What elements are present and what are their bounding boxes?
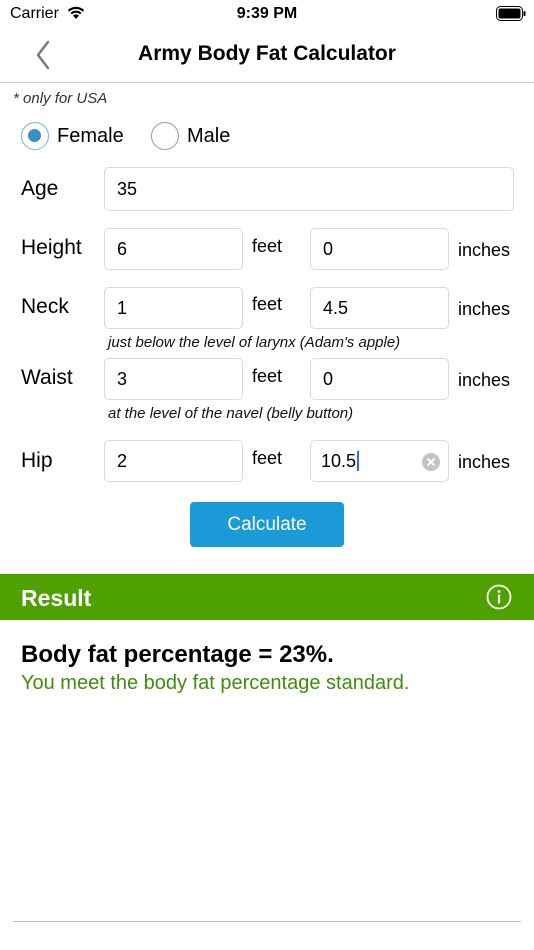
radio-checked-icon	[21, 122, 49, 150]
neck-feet-unit: feet	[252, 294, 283, 314]
hip-inches-unit: inches	[458, 452, 511, 472]
battery-icon	[496, 6, 526, 21]
neck-feet-value: 1	[117, 297, 128, 318]
height-inches-input[interactable]: 0	[310, 228, 449, 270]
height-feet-value: 6	[117, 238, 128, 259]
standard-status: You meet the body fat percentage standar…	[21, 672, 410, 694]
waist-inches-value: 0	[323, 368, 334, 389]
waist-label: Waist	[21, 366, 73, 389]
hip-feet-unit: feet	[252, 448, 283, 468]
bottom-divider	[13, 921, 521, 922]
height-feet-input[interactable]: 6	[104, 228, 243, 270]
waist-feet-value: 3	[117, 368, 128, 389]
result-title: Result	[21, 585, 92, 611]
female-radio[interactable]: Female	[21, 120, 124, 152]
hip-feet-input[interactable]: 2	[104, 440, 243, 482]
neck-feet-input[interactable]: 1	[104, 287, 243, 329]
neck-label: Neck	[21, 295, 69, 318]
waist-feet-input[interactable]: 3	[104, 358, 243, 400]
clock: 9:39 PM	[236, 5, 298, 22]
waist-feet-unit: feet	[252, 366, 283, 386]
clear-icon[interactable]	[422, 453, 440, 471]
hip-inches-input[interactable]: 10.5	[310, 440, 449, 482]
height-inches-value: 0	[323, 238, 334, 259]
male-label: Male	[187, 124, 231, 147]
age-input[interactable]: 35	[104, 167, 514, 211]
height-inches-unit: inches	[458, 240, 511, 260]
result-header: Result	[0, 574, 534, 620]
age-value: 35	[117, 178, 138, 199]
height-feet-unit: feet	[252, 236, 283, 256]
info-icon[interactable]	[486, 584, 512, 610]
page-title: Army Body Fat Calculator	[138, 42, 396, 65]
hip-label: Hip	[21, 449, 53, 472]
height-label: Height	[21, 236, 82, 259]
waist-inches-unit: inches	[458, 370, 511, 390]
usa-note: * only for USA	[13, 90, 108, 107]
radio-unchecked-icon	[151, 122, 179, 150]
calculate-button[interactable]: Calculate	[190, 502, 344, 547]
waist-hint: at the level of the navel (belly button)	[108, 405, 354, 422]
navigation-bar: Army Body Fat Calculator	[0, 28, 534, 83]
neck-inches-value: 4.5	[323, 297, 349, 318]
hip-inches-value: 10.5	[321, 450, 357, 471]
female-label: Female	[57, 124, 124, 147]
body-fat-result: Body fat percentage = 23%.	[21, 641, 334, 668]
neck-inches-unit: inches	[458, 299, 511, 319]
male-radio[interactable]: Male	[151, 120, 230, 152]
hip-feet-value: 2	[117, 450, 128, 471]
text-cursor	[357, 451, 360, 471]
age-label: Age	[21, 177, 59, 200]
status-bar: Carrier 9:39 PM	[0, 0, 534, 28]
neck-hint: just below the level of larynx (Adam's a…	[108, 334, 401, 351]
waist-inches-input[interactable]: 0	[310, 358, 449, 400]
neck-inches-input[interactable]: 4.5	[310, 287, 449, 329]
